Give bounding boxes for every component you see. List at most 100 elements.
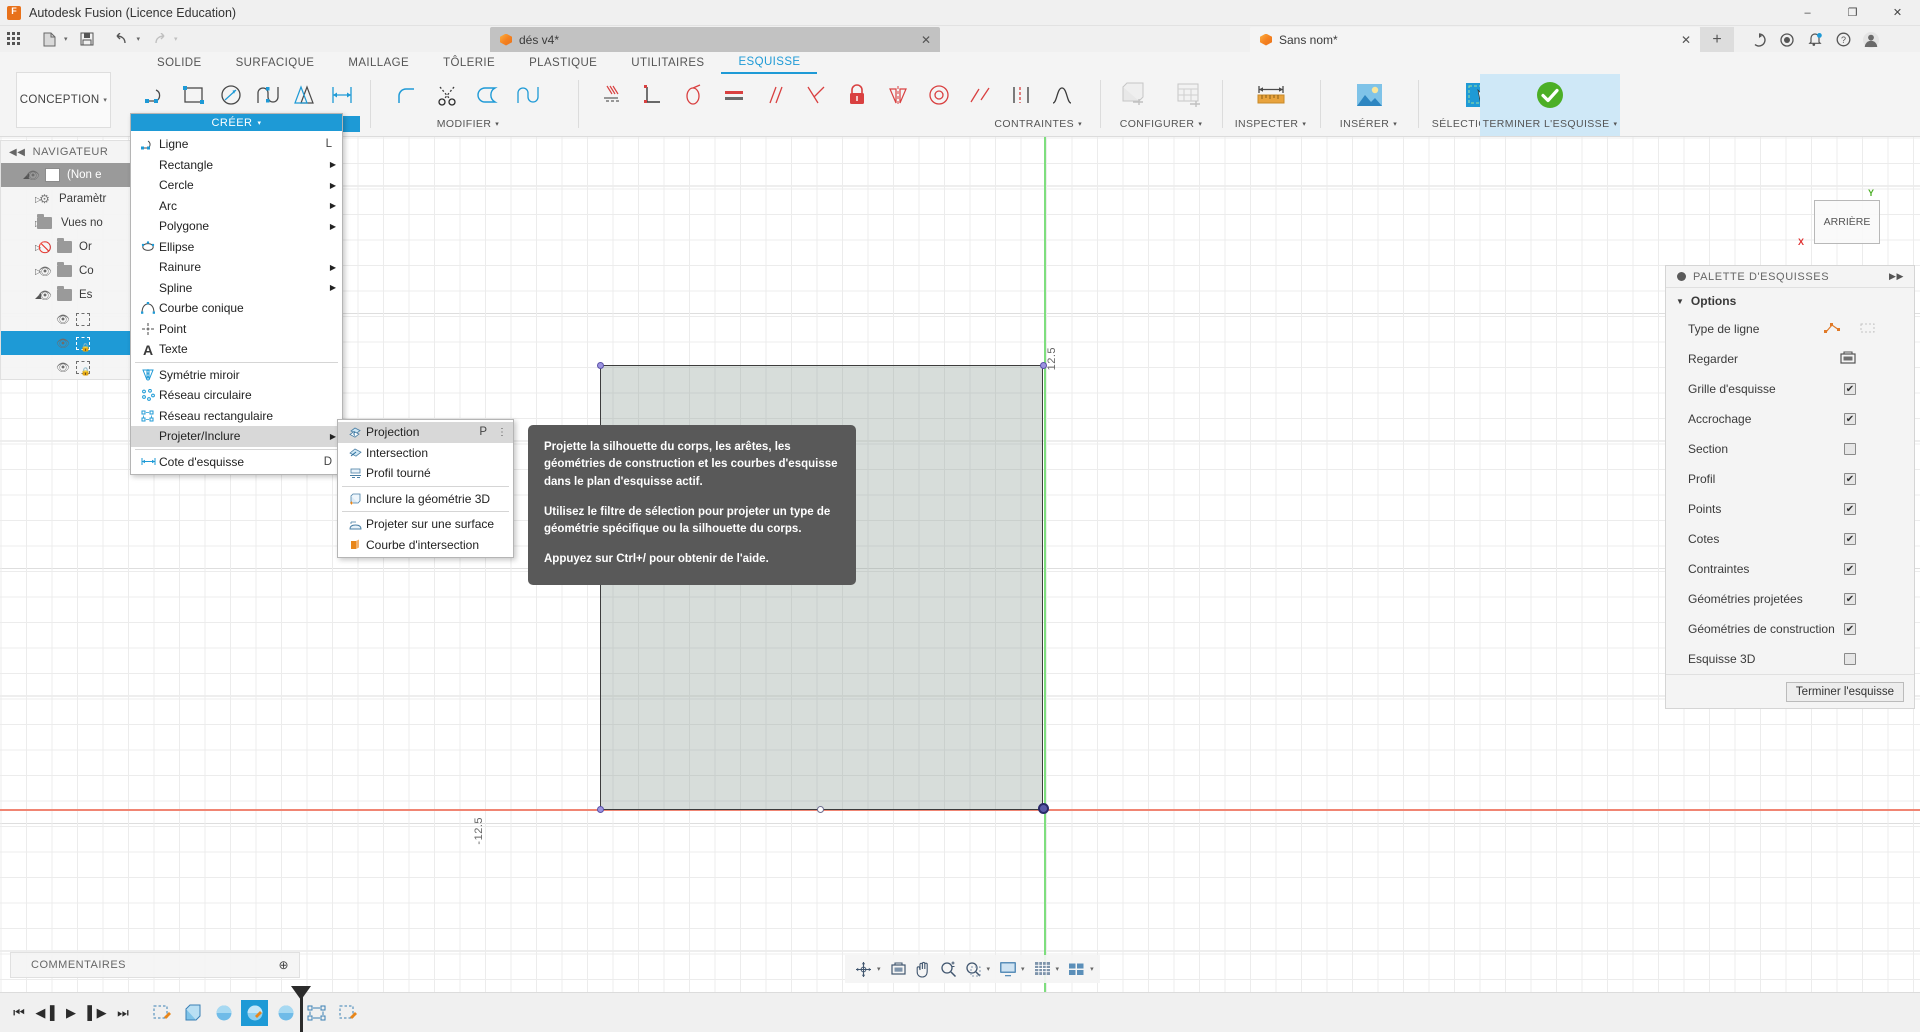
- tool-table-configuration-icon[interactable]: [1161, 75, 1216, 115]
- timeline-go-to-start-button[interactable]: ⏮: [6, 993, 32, 1032]
- zoom-window-icon[interactable]: [961, 956, 986, 982]
- tool-contrainte-perpendiculaire-icon[interactable]: [631, 75, 672, 115]
- line-type-normal-icon[interactable]: [1824, 321, 1841, 338]
- tool-ajuster-icon[interactable]: [428, 75, 468, 115]
- timeline-feature-sketch[interactable]: [148, 1000, 175, 1026]
- palette-row-profil[interactable]: Profil ✔: [1666, 464, 1914, 494]
- tool-contrainte-tangente-icon[interactable]: [672, 75, 713, 115]
- tool-arc-icon[interactable]: [249, 75, 286, 115]
- menu-item-cote-esquisse[interactable]: Cote d'esquisse D: [131, 452, 342, 473]
- viewports-caret-icon[interactable]: ▾: [1090, 965, 1094, 973]
- visibility-eye-icon-2[interactable]: 👁: [35, 265, 55, 278]
- submenu-item-projection[interactable]: Projection P ⋮: [338, 422, 513, 443]
- pan-icon[interactable]: [911, 956, 936, 982]
- zoom-icon[interactable]: [936, 956, 961, 982]
- palette-row-cotes[interactable]: Cotes ✔: [1666, 524, 1914, 554]
- workspace-switcher-button[interactable]: CONCEPTION ▾: [16, 72, 111, 128]
- expand-arrow-icon-3[interactable]: ▷: [1, 219, 41, 228]
- expand-arrow-icon-6[interactable]: ◢: [1, 291, 41, 300]
- tool-decaler-icon[interactable]: [468, 75, 508, 115]
- tool-cercle-icon[interactable]: [212, 75, 249, 115]
- checkbox-contraintes[interactable]: ✔: [1844, 563, 1856, 575]
- grid-snaps-icon[interactable]: [1030, 956, 1055, 982]
- ribbon-panel-terminer-esquisse[interactable]: TERMINER L'ESQUISSE ▾: [1480, 74, 1620, 136]
- comments-panel[interactable]: COMMENTAIRES ⊕: [10, 952, 300, 978]
- visibility-eye-icon-4[interactable]: 👁: [53, 313, 73, 326]
- checkbox-geometries-construction[interactable]: ✔: [1844, 623, 1856, 635]
- sketch-vertex-origin[interactable]: [1038, 803, 1049, 814]
- palette-row-section[interactable]: Section: [1666, 434, 1914, 464]
- tool-contrainte-coincidente-icon[interactable]: [795, 75, 836, 115]
- palette-row-grille-esquisse[interactable]: Grille d'esquisse ✔: [1666, 374, 1914, 404]
- document-tab-close-icon[interactable]: ✕: [921, 33, 931, 47]
- tool-mesurer-icon[interactable]: [1242, 75, 1299, 115]
- redo-caret-icon[interactable]: ▾: [174, 35, 178, 43]
- undo-caret-icon[interactable]: ▾: [137, 35, 141, 43]
- menu-item-ligne[interactable]: Ligne L: [131, 134, 342, 155]
- ribbon-tab-utilitaires[interactable]: UTILITAIRES: [614, 54, 721, 73]
- menu-item-rainure[interactable]: Rainure ▶: [131, 257, 342, 278]
- line-type-construction-icon[interactable]: [1859, 321, 1876, 338]
- timeline-feature-sketch-edit[interactable]: [241, 999, 268, 1026]
- palette-section-options[interactable]: ▼ Options: [1666, 288, 1914, 314]
- display-settings-caret-icon[interactable]: ▾: [1021, 965, 1025, 973]
- tool-contrainte-parallele-icon[interactable]: [754, 75, 795, 115]
- menu-item-symetrie-miroir[interactable]: Symétrie miroir: [131, 365, 342, 386]
- ribbon-tab-maillage[interactable]: MAILLAGE: [331, 54, 426, 73]
- new-document-caret-icon[interactable]: ▾: [64, 35, 68, 43]
- close-button[interactable]: ✕: [1875, 0, 1920, 26]
- display-settings-icon[interactable]: [995, 956, 1020, 982]
- timeline-feature-fillet[interactable]: [210, 1000, 237, 1026]
- visibility-eye-icon-6[interactable]: 👁: [53, 361, 73, 374]
- sketch-vertex-bottom-mid[interactable]: [817, 806, 824, 813]
- ribbon-tab-tolerie[interactable]: TÔLERIE: [426, 54, 512, 73]
- tool-contrainte-symetrie-icon[interactable]: [877, 75, 918, 115]
- timeline-go-to-end-button[interactable]: ⏭: [110, 993, 136, 1032]
- extension-manager-icon[interactable]: [1746, 29, 1772, 51]
- timeline-feature-sphere[interactable]: [272, 1000, 299, 1026]
- document-tab-sans-nom[interactable]: Sans nom* ✕: [1250, 27, 1700, 52]
- navigator-collapse-icon[interactable]: ◀◀: [9, 147, 26, 158]
- finish-sketch-button[interactable]: Terminer l'esquisse: [1785, 681, 1904, 702]
- checkbox-profil[interactable]: ✔: [1844, 473, 1856, 485]
- menu-item-point[interactable]: Point: [131, 319, 342, 340]
- document-tab-close-icon-2[interactable]: ✕: [1681, 33, 1691, 47]
- new-tab-button[interactable]: +: [1700, 27, 1734, 52]
- user-avatar-icon[interactable]: [1858, 29, 1884, 51]
- palette-row-points[interactable]: Points ✔: [1666, 494, 1914, 524]
- visibility-eye-icon-5[interactable]: 👁: [53, 337, 73, 350]
- menu-item-projeter-inclure[interactable]: Projeter/Inclure ▶: [131, 426, 342, 447]
- tool-echelle-icon[interactable]: [508, 75, 548, 115]
- tool-contrainte-fixe-icon[interactable]: [590, 75, 631, 115]
- look-at-icon[interactable]: [1840, 350, 1856, 368]
- view-cube-face-label[interactable]: ARRIÈRE: [1814, 200, 1880, 244]
- menu-item-ellipse[interactable]: Ellipse: [131, 237, 342, 258]
- palette-row-geometries-construction[interactable]: Géométries de construction ✔: [1666, 614, 1914, 644]
- ribbon-panel-label-terminer[interactable]: TERMINER L'ESQUISSE ▾: [1480, 116, 1620, 132]
- maximize-button[interactable]: ❐: [1830, 0, 1875, 26]
- palette-row-esquisse-3d[interactable]: Esquisse 3D: [1666, 644, 1914, 674]
- expand-arrow-icon-5[interactable]: ▷: [1, 267, 41, 276]
- ribbon-tab-plastique[interactable]: PLASTIQUE: [512, 54, 614, 73]
- palette-row-accrochage[interactable]: Accrochage ✔: [1666, 404, 1914, 434]
- tool-contrainte-milieu-icon[interactable]: [1000, 75, 1041, 115]
- checkbox-geometries-projetees[interactable]: ✔: [1844, 593, 1856, 605]
- checkbox-esquisse-3d[interactable]: [1844, 653, 1856, 665]
- submenu-overflow-icon[interactable]: ⋮: [497, 427, 507, 438]
- checkbox-grille-esquisse[interactable]: ✔: [1844, 383, 1856, 395]
- menu-item-courbe-conique[interactable]: Courbe conique: [131, 298, 342, 319]
- tool-rectangle-icon[interactable]: [175, 75, 212, 115]
- save-icon[interactable]: [74, 28, 100, 50]
- tool-inserer-image-icon[interactable]: [1340, 75, 1397, 115]
- visibility-eye-icon-3[interactable]: 👁: [35, 289, 55, 302]
- document-tab-des-v4[interactable]: dés v4* ✕: [490, 27, 940, 52]
- tool-contrainte-egale-icon[interactable]: [713, 75, 754, 115]
- expand-arrow-icon-4[interactable]: ▷: [1, 243, 41, 252]
- timeline-feature-sketch-2[interactable]: [334, 1000, 361, 1026]
- checkbox-cotes[interactable]: ✔: [1844, 533, 1856, 545]
- timeline-step-forward-button[interactable]: ▌▶: [84, 993, 110, 1032]
- visibility-eye-icon[interactable]: 👁: [23, 169, 43, 182]
- submenu-item-inclure-geometrie-3d[interactable]: Inclure la géométrie 3D: [338, 489, 513, 510]
- checkbox-accrochage[interactable]: ✔: [1844, 413, 1856, 425]
- ribbon-tab-esquisse[interactable]: ESQUISSE: [721, 53, 818, 74]
